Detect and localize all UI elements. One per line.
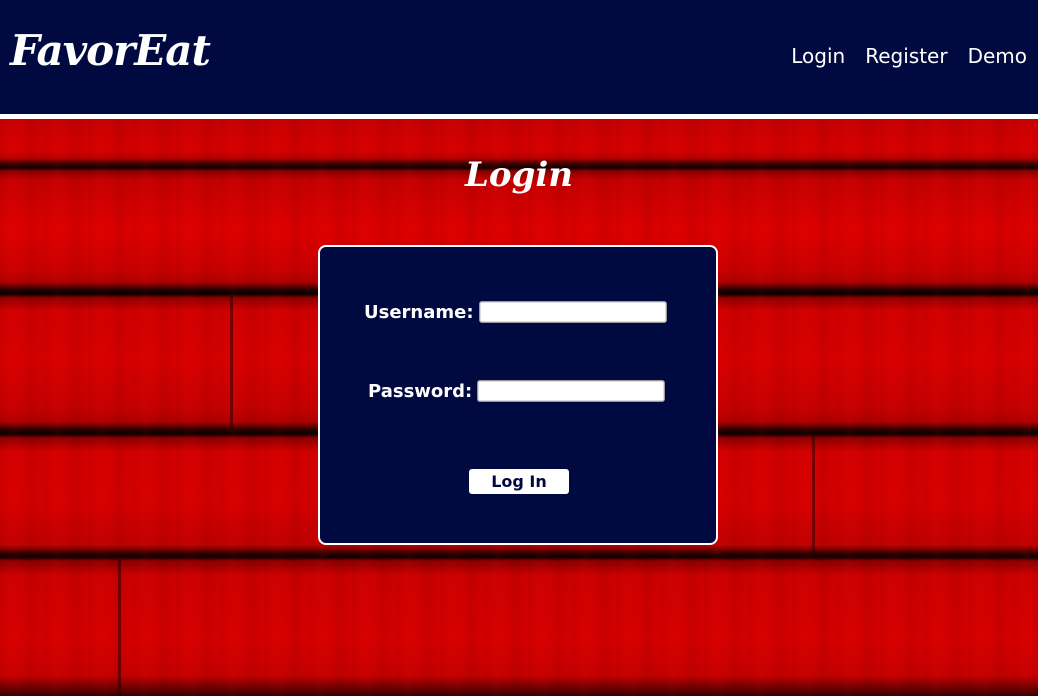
- password-label: Password:: [368, 380, 473, 402]
- plank-seam: [230, 296, 233, 432]
- log-in-button[interactable]: Log In: [469, 469, 569, 494]
- plank-seam: [812, 436, 815, 556]
- login-form: Username: Password: Log In: [318, 245, 718, 545]
- plank-seam: [118, 560, 121, 696]
- username-input[interactable]: [478, 301, 667, 323]
- site-header: FavorEat Login Register Demo: [0, 0, 1038, 119]
- brand-logo[interactable]: FavorEat: [10, 26, 211, 75]
- nav-link-demo[interactable]: Demo: [968, 44, 1027, 68]
- page-title: Login: [465, 155, 573, 195]
- password-row: Password:: [368, 380, 666, 402]
- main-nav: Login Register Demo: [791, 44, 1027, 68]
- username-label: Username:: [364, 301, 474, 323]
- nav-link-login[interactable]: Login: [791, 44, 845, 68]
- nav-link-register[interactable]: Register: [865, 44, 947, 68]
- password-input[interactable]: [477, 380, 666, 402]
- username-row: Username:: [364, 301, 667, 323]
